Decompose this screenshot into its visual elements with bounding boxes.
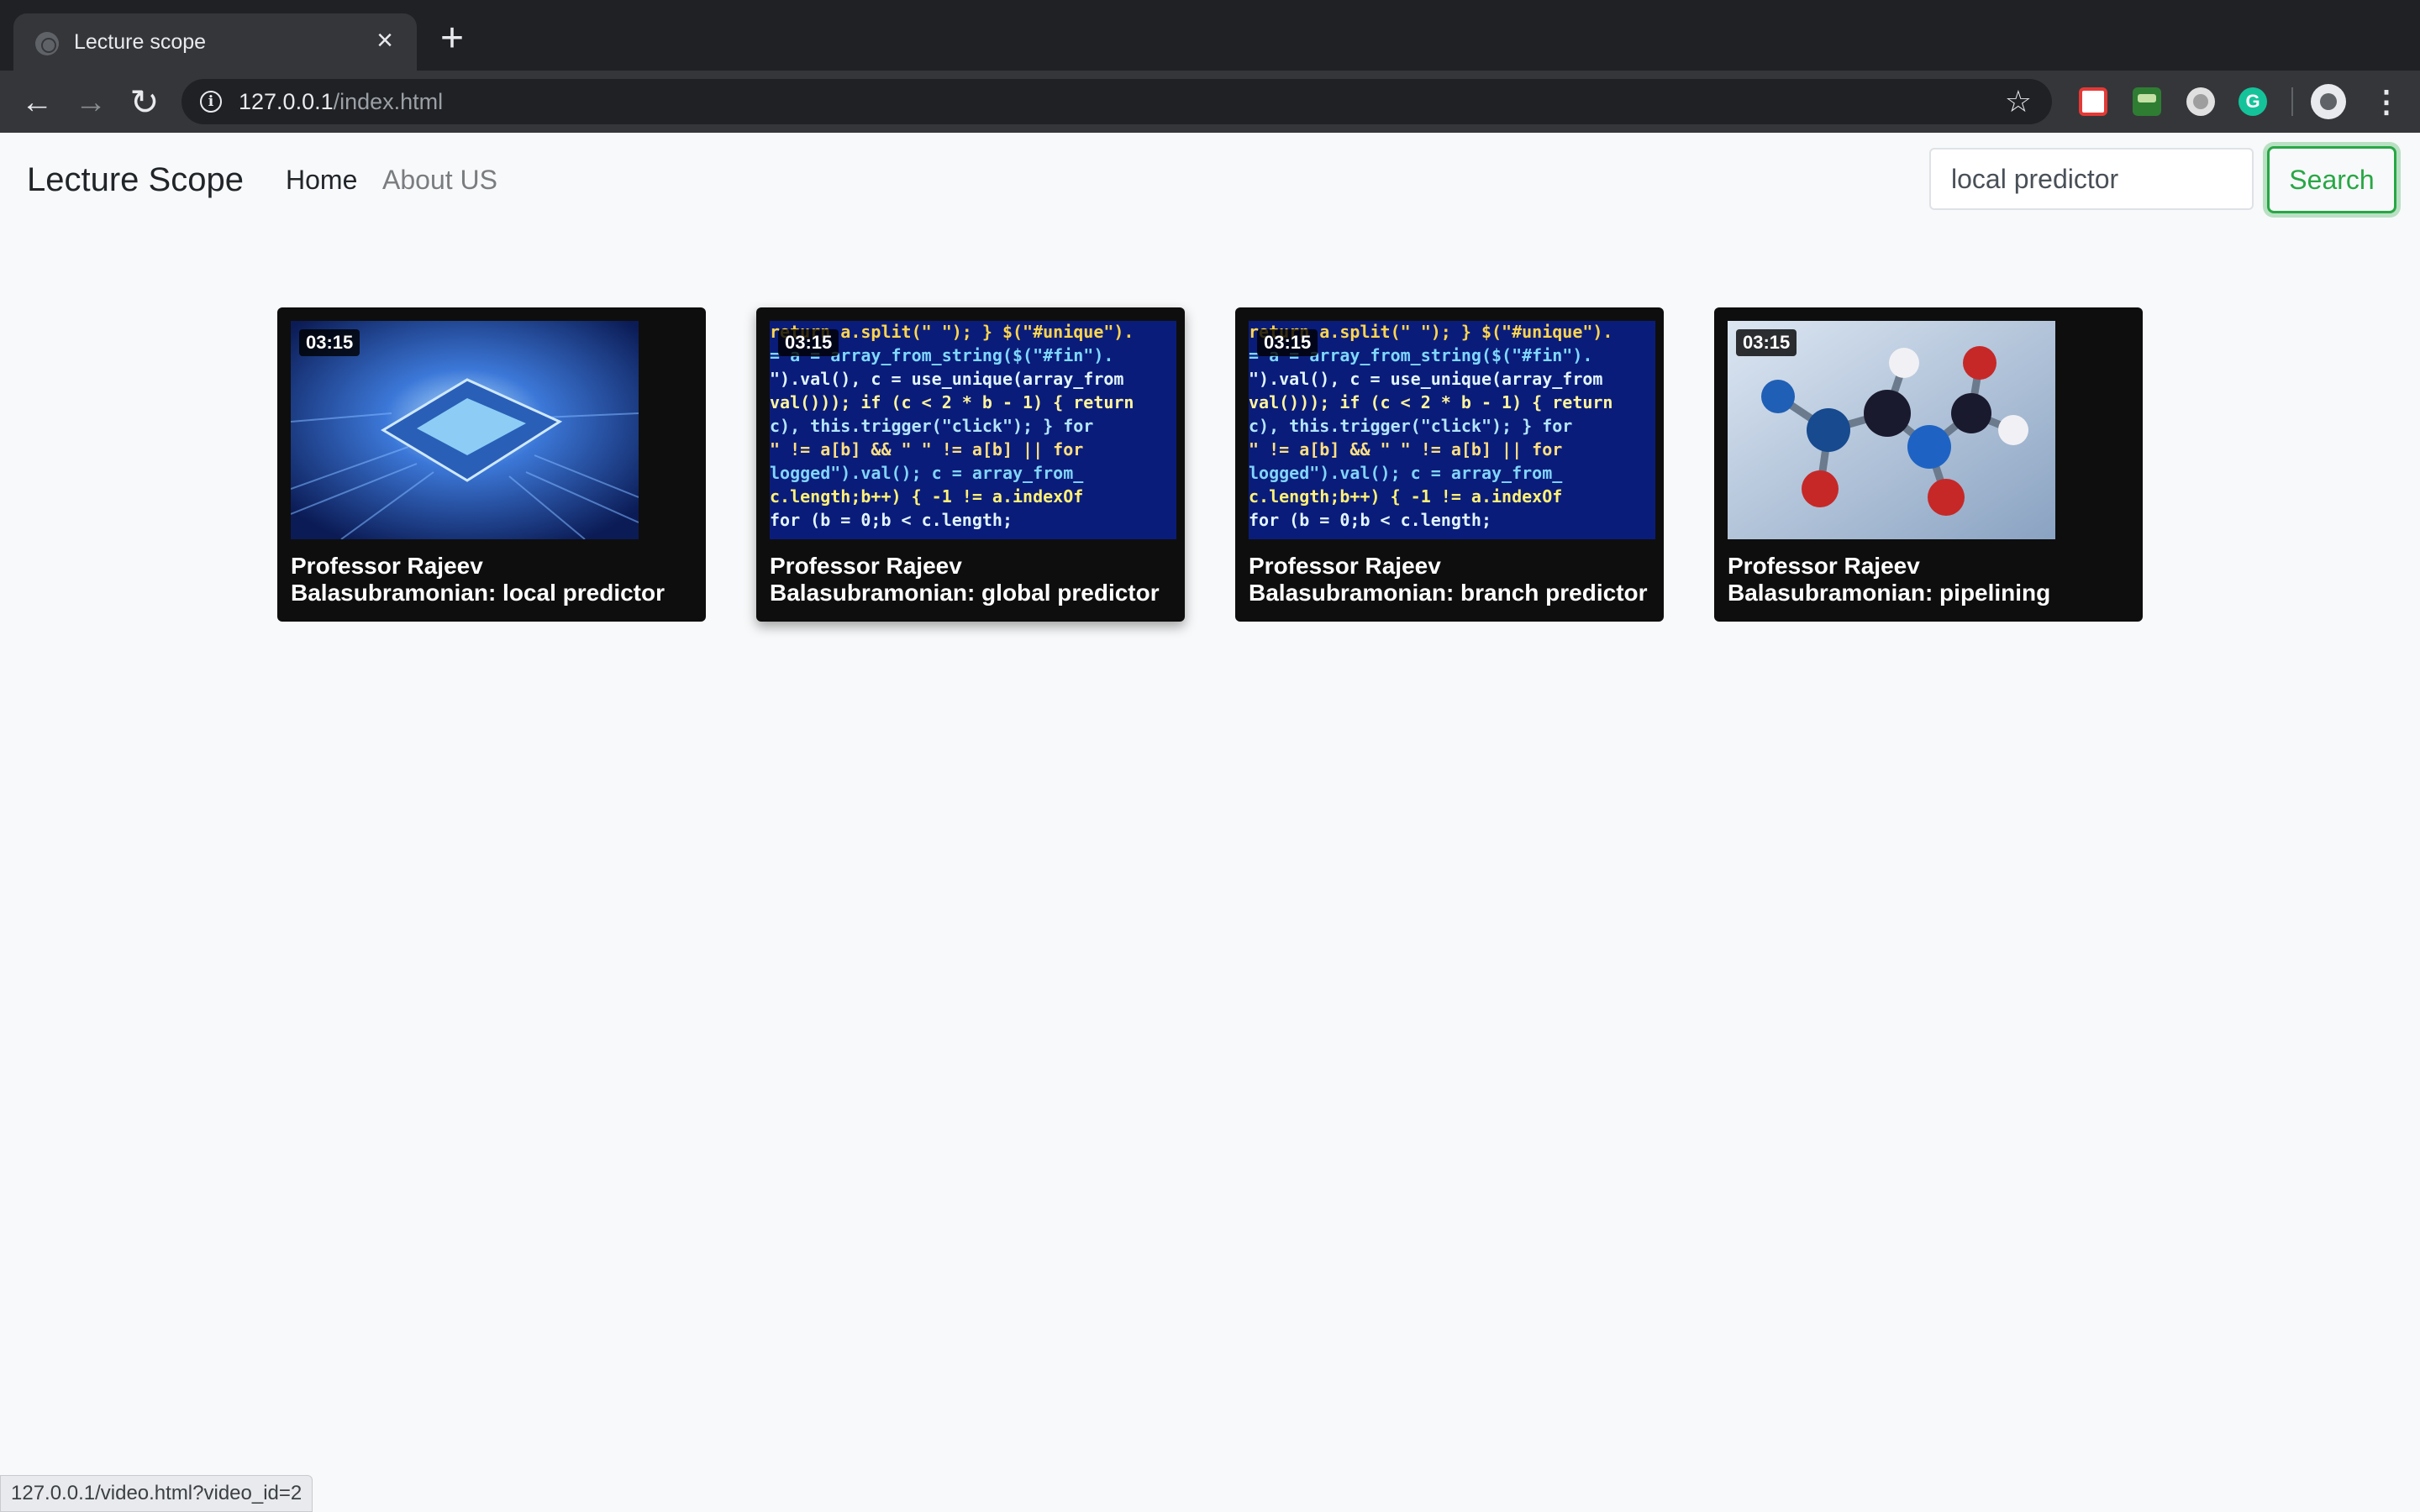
- address-bar[interactable]: i 127.0.0.1/index.html ☆: [182, 79, 2052, 124]
- svg-text:").val(), c = use_unique(array: ").val(), c = use_unique(array_from: [1249, 369, 1602, 389]
- svg-text:val())); if (c < 2 * b - 1) {: val())); if (c < 2 * b - 1) { return: [1249, 392, 1612, 412]
- toolbar-divider: [2291, 87, 2293, 116]
- url-host: 127.0.0.1: [239, 89, 334, 114]
- video-card[interactable]: return a.split(" "); } $("#unique"). = a…: [1235, 307, 1664, 622]
- browser-tab[interactable]: Lecture scope ×: [13, 13, 417, 71]
- grammarly-icon[interactable]: G: [2238, 87, 2267, 116]
- video-card[interactable]: 03:15 Professor Rajeev Balasubramonian: …: [1714, 307, 2143, 622]
- bookmark-star-icon[interactable]: ☆: [2005, 86, 2032, 118]
- nav-link-home[interactable]: Home: [286, 165, 357, 196]
- browser-toolbar: ← → ↻ i 127.0.0.1/index.html ☆ G ⋮: [0, 71, 2420, 133]
- svg-text:for (b = 0;b < c.length;: for (b = 0;b < c.length;: [770, 510, 1013, 530]
- url-path: /index.html: [333, 89, 444, 114]
- video-card[interactable]: return a.split(" "); } $("#unique"). = a…: [756, 307, 1185, 622]
- svg-text:logged").val(); c = array_from: logged").val(); c = array_from_: [770, 463, 1084, 483]
- svg-text:").val(), c = use_unique(array: ").val(), c = use_unique(array_from: [770, 369, 1123, 389]
- site-navbar: Lecture Scope Home About US Search: [0, 133, 2420, 227]
- svg-text:c), this.trigger("click"); } f: c), this.trigger("click"); } for: [770, 416, 1093, 436]
- video-thumbnail[interactable]: return a.split(" "); } $("#unique"). = a…: [770, 321, 1176, 539]
- reload-icon[interactable]: ↻: [128, 85, 161, 120]
- svg-text:c), this.trigger("click"); } f: c), this.trigger("click"); } for: [1249, 416, 1572, 436]
- video-title[interactable]: Professor Rajeev Balasubramonian: global…: [770, 553, 1173, 606]
- browser-tab-strip: Lecture scope × +: [0, 0, 2420, 71]
- svg-text:c.length;b++) { -1 != a.indexO: c.length;b++) { -1 != a.indexOf: [1249, 486, 1562, 507]
- site-brand[interactable]: Lecture Scope: [27, 161, 244, 199]
- globe-icon: [35, 32, 59, 55]
- back-arrow-icon[interactable]: ←: [20, 86, 54, 119]
- svg-text:logged").val(); c = array_from: logged").val(); c = array_from_: [1249, 463, 1563, 483]
- info-icon[interactable]: i: [200, 91, 222, 113]
- profile-avatar[interactable]: [2311, 84, 2346, 119]
- forward-arrow-icon[interactable]: →: [74, 86, 108, 119]
- search-button[interactable]: Search: [2267, 146, 2396, 213]
- extension-icon[interactable]: [2079, 87, 2107, 116]
- svg-text:c.length;b++) { -1 != a.indexO: c.length;b++) { -1 != a.indexOf: [770, 486, 1083, 507]
- video-duration: 03:15: [1257, 329, 1318, 356]
- svg-text:" != a[b] && " " != a[b] || fo: " != a[b] && " " != a[b] || for: [1249, 439, 1562, 459]
- svg-text:" != a[b] && " " != a[b] || fo: " != a[b] && " " != a[b] || for: [770, 439, 1083, 459]
- video-title[interactable]: Professor Rajeev Balasubramonian: branch…: [1249, 553, 1652, 606]
- link-status-bar: 127.0.0.1/video.html?video_id=2: [0, 1475, 313, 1512]
- video-thumbnail[interactable]: 03:15: [1728, 321, 2055, 539]
- kebab-menu-icon[interactable]: ⋮: [2371, 84, 2402, 119]
- svg-text:for (b = 0;b < c.length;: for (b = 0;b < c.length;: [1249, 510, 1491, 530]
- video-thumbnail[interactable]: return a.split(" "); } $("#unique"). = a…: [1249, 321, 1655, 539]
- close-icon[interactable]: ×: [370, 25, 400, 55]
- video-duration: 03:15: [778, 329, 839, 356]
- new-tab-button[interactable]: +: [435, 18, 469, 59]
- extension-icon[interactable]: [2186, 87, 2215, 116]
- extension-icon[interactable]: [2133, 87, 2161, 116]
- video-duration: 03:15: [299, 329, 360, 356]
- video-duration: 03:15: [1736, 329, 1797, 356]
- tab-title: Lecture scope: [74, 30, 207, 54]
- video-title[interactable]: Professor Rajeev Balasubramonian: local …: [291, 553, 694, 606]
- video-title[interactable]: Professor Rajeev Balasubramonian: pipeli…: [1728, 553, 2131, 606]
- url-text[interactable]: 127.0.0.1/index.html: [239, 89, 443, 115]
- video-card[interactable]: 03:15 Professor Rajeev Balasubramonian: …: [277, 307, 706, 622]
- video-thumbnail[interactable]: 03:15: [291, 321, 639, 539]
- search-input[interactable]: [1929, 148, 2254, 210]
- svg-text:val())); if (c < 2 * b - 1) {: val())); if (c < 2 * b - 1) { return: [770, 392, 1134, 412]
- nav-link-about[interactable]: About US: [382, 165, 497, 196]
